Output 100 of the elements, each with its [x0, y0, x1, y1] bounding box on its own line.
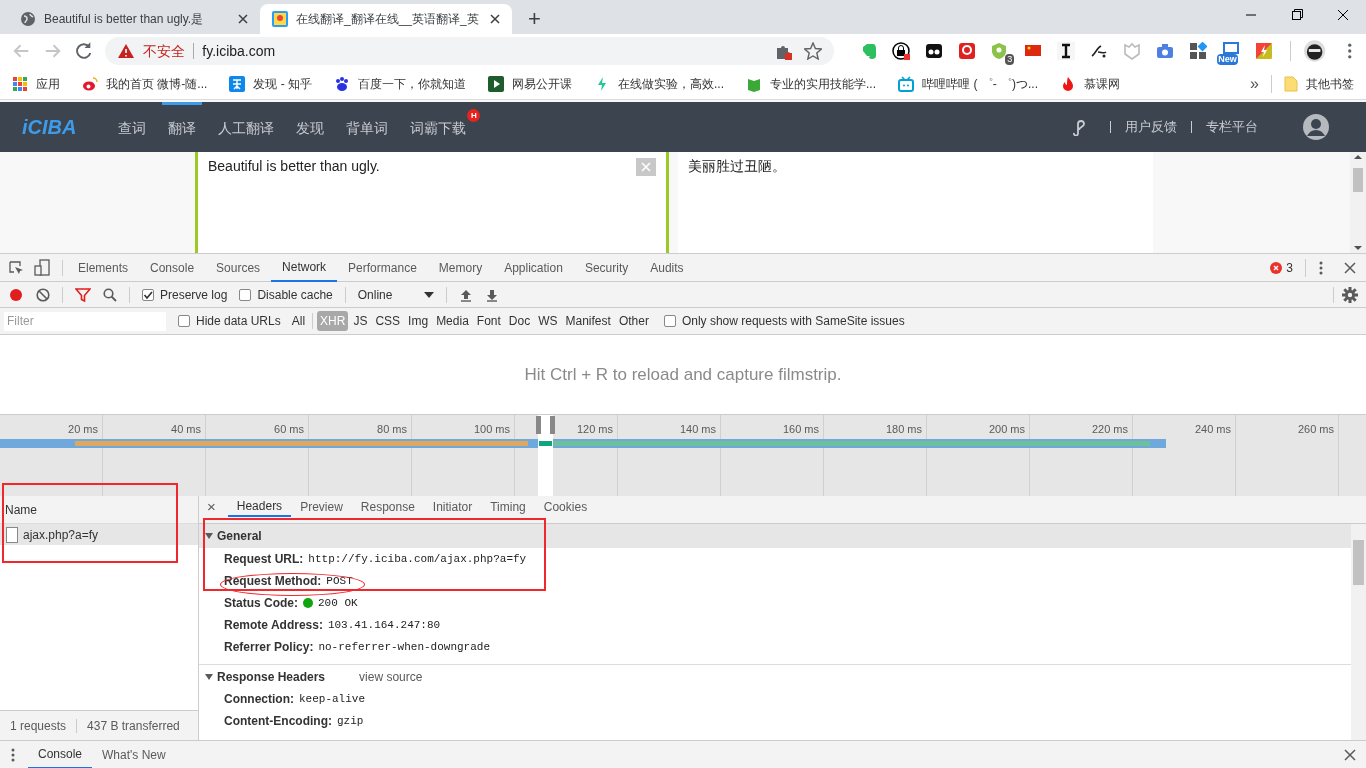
scrollbar[interactable]	[1351, 524, 1366, 740]
request-row[interactable]: ajax.php?a=fy	[0, 524, 198, 545]
nav-link[interactable]: 人工翻译	[212, 102, 281, 152]
caret-icon	[205, 672, 213, 681]
checkbox[interactable]: Hide data URLs	[178, 312, 281, 330]
search-icon[interactable]	[103, 287, 117, 302]
detail-tab[interactable]: Cookies	[534, 496, 597, 517]
header-link[interactable]: 专栏平台	[1206, 117, 1258, 137]
avatar-icon[interactable]	[1303, 39, 1327, 63]
detail-tab[interactable]: Timing	[481, 496, 535, 517]
drawer-tab[interactable]: Console	[28, 740, 93, 768]
filter-icon[interactable]	[75, 287, 91, 302]
bookmark-item[interactable]: 应用	[12, 74, 60, 93]
detail-tab[interactable]: Initiator	[423, 496, 482, 517]
bookmark-item[interactable]: 发现 - 知乎	[229, 74, 312, 93]
close-icon[interactable]	[1344, 261, 1356, 274]
drawer-tab[interactable]: What's New	[92, 740, 176, 768]
extension-button[interactable]: New	[1217, 37, 1246, 65]
scroll-down-icon[interactable]	[1354, 243, 1362, 253]
devtools-tab[interactable]: Audits	[639, 253, 695, 282]
devtools-tab[interactable]: Memory	[427, 253, 494, 282]
user-avatar-icon[interactable]	[1302, 113, 1330, 141]
error-counter[interactable]: 3	[1270, 258, 1293, 277]
scrollbar-thumb[interactable]	[1353, 540, 1364, 585]
type-filter-button[interactable]: Media	[433, 311, 472, 331]
close-icon[interactable]	[1344, 748, 1356, 761]
more-bookmarks-button[interactable]: »	[1250, 71, 1259, 96]
extension-button[interactable]: 3	[986, 37, 1015, 65]
bookmark-item[interactable]: 网易公开课	[488, 74, 572, 93]
type-filter-button[interactable]: Other	[615, 311, 652, 331]
checkbox[interactable]: Disable cache	[239, 285, 333, 304]
bookmark-item[interactable]: 在线做实验，高效...	[594, 74, 725, 93]
detail-tab[interactable]: Headers	[227, 496, 292, 517]
download-icon[interactable]	[484, 287, 499, 302]
bolt-icon	[1255, 42, 1274, 60]
more-options-icon[interactable]	[1318, 259, 1324, 276]
error-count: 3	[1286, 259, 1293, 277]
checkbox[interactable]: Only show requests with SameSite issues	[663, 312, 905, 330]
settings-icon[interactable]	[1342, 286, 1358, 303]
bookmark-item[interactable]: 专业的实用技能学...	[746, 74, 877, 93]
browser-tab[interactable]: 在线翻译_翻译在线__英语翻译_英	[260, 4, 512, 34]
type-filter-button[interactable]: Doc	[505, 311, 534, 331]
throttle-dropdown[interactable]: Online	[357, 285, 434, 304]
nav-link[interactable]: 词霸下载 H	[404, 102, 481, 152]
device-toggle-icon[interactable]	[34, 258, 50, 277]
view-source-link[interactable]: view source	[359, 667, 423, 686]
inspect-icon[interactable]	[8, 259, 24, 276]
bookmark-item[interactable]: 我的首页 微博-随...	[82, 74, 208, 93]
browser-tab[interactable]: Beautiful is better than ugly.是	[8, 4, 260, 34]
scrollbar[interactable]	[1350, 152, 1366, 253]
bookmark-label: 应用	[36, 75, 60, 93]
resize-handle[interactable]	[550, 416, 555, 434]
upload-icon[interactable]	[458, 287, 473, 302]
filter-field[interactable]: Filter	[4, 311, 166, 331]
type-filter-button[interactable]: All	[288, 311, 309, 331]
more-options-icon[interactable]	[10, 746, 16, 763]
scrollbar-thumb[interactable]	[1353, 168, 1363, 192]
time-tick-label: 200 ms	[988, 422, 1025, 435]
mini-program-icon[interactable]	[1072, 118, 1088, 136]
section-header[interactable]: General	[199, 524, 1351, 548]
bookmark-label: 哔哩哔哩 ( ゜- ゜)つ...	[922, 75, 1039, 93]
type-filter-button[interactable]: CSS	[372, 311, 404, 331]
scroll-up-icon[interactable]	[1354, 152, 1362, 162]
source-text-area[interactable]: Beautiful is better than ugly.	[195, 152, 669, 253]
bookmark-item[interactable]: 其他书签	[1284, 74, 1354, 93]
clear-icon[interactable]	[36, 287, 50, 302]
type-filter-button[interactable]: Font	[473, 311, 504, 331]
bookmark-item[interactable]: 慕课网	[1060, 74, 1121, 93]
nav-link[interactable]: 发现	[290, 102, 331, 152]
nav-link[interactable]: 查词	[112, 102, 153, 152]
star-icon[interactable]	[804, 42, 823, 60]
type-filter-button[interactable]: Manifest	[562, 311, 614, 331]
type-filter-button[interactable]: JS	[350, 311, 371, 331]
time-tick-label: 160 ms	[782, 422, 819, 435]
detail-tab[interactable]: Preview	[291, 496, 352, 517]
type-filter-button[interactable]: Img	[405, 311, 432, 331]
new-tab-button[interactable]: +	[528, 4, 541, 34]
devtools-tab[interactable]: Console	[139, 253, 206, 282]
header-value: 103.41.164.247:80	[327, 617, 441, 633]
column-header[interactable]: Name	[0, 496, 198, 524]
devtools-tab[interactable]: Security	[573, 253, 640, 282]
devtools-tab[interactable]: Performance	[337, 253, 428, 282]
bookmark-item[interactable]: 百度一下，你就知道	[334, 74, 466, 93]
section-header[interactable]: Response Headers view source	[199, 664, 1351, 688]
close-button[interactable]: ×	[207, 496, 216, 517]
resize-handle[interactable]	[536, 416, 541, 434]
address-bar[interactable]: 不安全 fy.iciba.com	[105, 37, 835, 65]
bookmark-item[interactable]: 哔哩哔哩 ( ゜- ゜)つ...	[898, 74, 1039, 93]
detail-tab[interactable]: Response	[351, 496, 424, 517]
globe-icon	[20, 11, 36, 27]
checkbox[interactable]: Preserve log	[142, 285, 228, 304]
devtools-tab[interactable]: Application	[493, 253, 574, 282]
header-link[interactable]: 用户反馈	[1125, 117, 1177, 137]
devtools-tab[interactable]: Elements	[67, 253, 140, 282]
nav-link[interactable]: 背单词	[340, 102, 395, 152]
close-icon[interactable]	[490, 14, 500, 24]
status-text: 437 B transferred	[87, 717, 180, 735]
close-icon[interactable]	[238, 14, 248, 24]
type-filter-button[interactable]: WS	[535, 311, 561, 331]
devtools-tab[interactable]: Sources	[205, 253, 272, 282]
